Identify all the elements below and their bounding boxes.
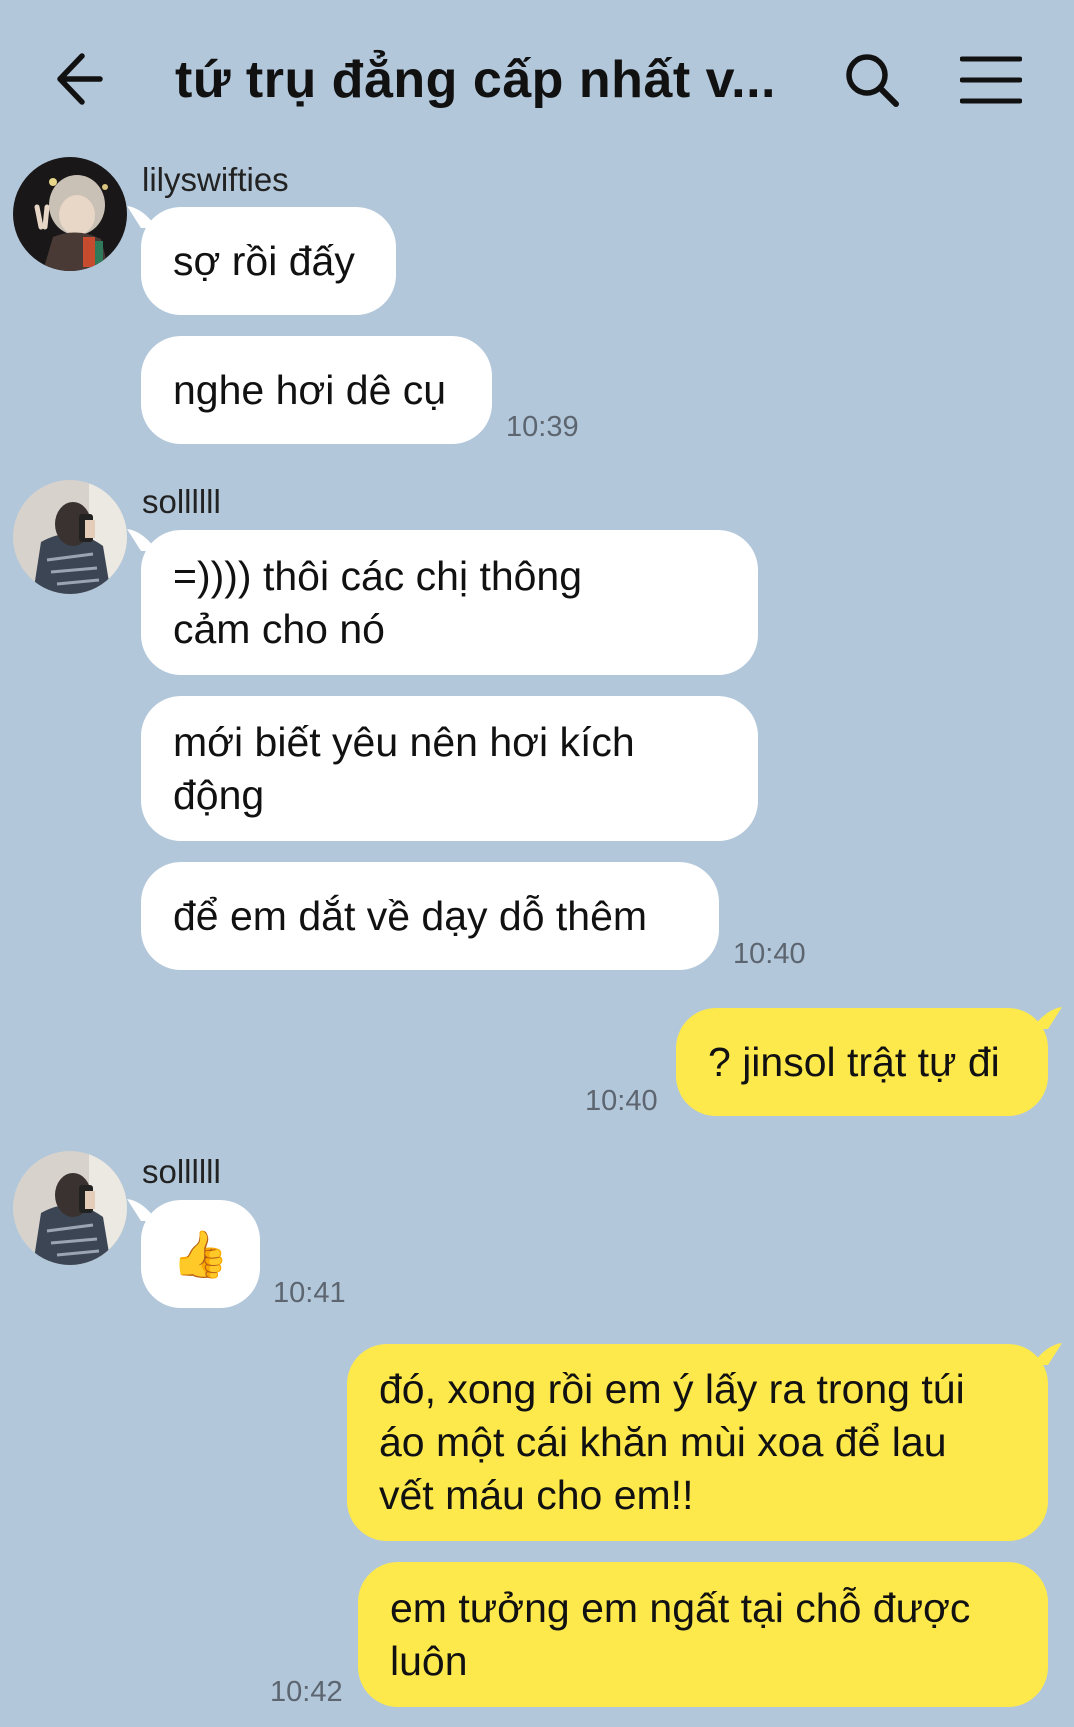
avatar-sollllll[interactable]	[13, 480, 127, 594]
message-bubble[interactable]: 👍	[141, 1200, 260, 1308]
message-text: em tưởng em ngất tại chỗ được luôn	[390, 1584, 971, 1684]
sender-name: sollllll	[142, 1153, 221, 1190]
bubble-tail	[1032, 1343, 1062, 1365]
message-time: 10:41	[273, 1277, 346, 1309]
sender-name: sollllll	[142, 483, 221, 520]
avatar-photo-icon	[13, 1151, 127, 1265]
message-time: 10:40	[733, 938, 806, 970]
avatar-lilyswifties[interactable]	[13, 157, 127, 271]
message-time: 10:39	[506, 411, 579, 443]
avatar-photo-icon	[13, 480, 127, 594]
menu-button[interactable]	[959, 54, 1023, 106]
arrow-left-icon	[57, 53, 103, 105]
message-text: ? jinsol trật tự đi	[708, 1038, 1000, 1085]
message-bubble[interactable]: để em dắt về dạy dỗ thêm	[141, 862, 719, 970]
message-text: đó, xong rồi em ý lấy ra trong túi áo mộ…	[379, 1366, 965, 1518]
bubble-tail	[1032, 1007, 1062, 1029]
message-text: nghe hơi dê cụ	[173, 366, 447, 413]
message-bubble[interactable]: =)))) thôi các chị thông cảm cho nó	[141, 530, 758, 675]
avatar-sollllll[interactable]	[13, 1151, 127, 1265]
sender-name: lilyswifties	[142, 161, 289, 198]
message-text: để em dắt về dạy dỗ thêm	[173, 892, 648, 939]
chat-header: tứ trụ đẳng cấp nhất v...	[0, 0, 1074, 160]
search-icon	[846, 54, 899, 107]
message-time: 10:40	[585, 1085, 658, 1117]
chat-title: tứ trụ đẳng cấp nhất v...	[175, 51, 777, 109]
message-bubble[interactable]: mới biết yêu nên hơi kích động	[141, 696, 758, 841]
message-text: =)))) thôi các chị thông cảm cho nó	[173, 552, 583, 652]
message-bubble[interactable]: nghe hơi dê cụ	[141, 336, 492, 444]
avatar-photo-icon	[13, 157, 127, 271]
thumbs-up-emoji: 👍	[171, 1227, 230, 1280]
message-text: mới biết yêu nên hơi kích động	[173, 718, 635, 818]
message-bubble[interactable]: sợ rồi đấy	[141, 207, 396, 315]
message-bubble[interactable]: em tưởng em ngất tại chỗ được luôn	[358, 1562, 1048, 1707]
back-button[interactable]	[52, 46, 112, 112]
message-bubble[interactable]: đó, xong rồi em ý lấy ra trong túi áo mộ…	[347, 1344, 1048, 1541]
message-time: 10:42	[270, 1676, 343, 1708]
message-bubble[interactable]: ? jinsol trật tự đi	[676, 1008, 1048, 1116]
menu-icon	[959, 56, 1023, 104]
search-button[interactable]	[842, 50, 902, 110]
message-text: sợ rồi đấy	[173, 237, 355, 284]
